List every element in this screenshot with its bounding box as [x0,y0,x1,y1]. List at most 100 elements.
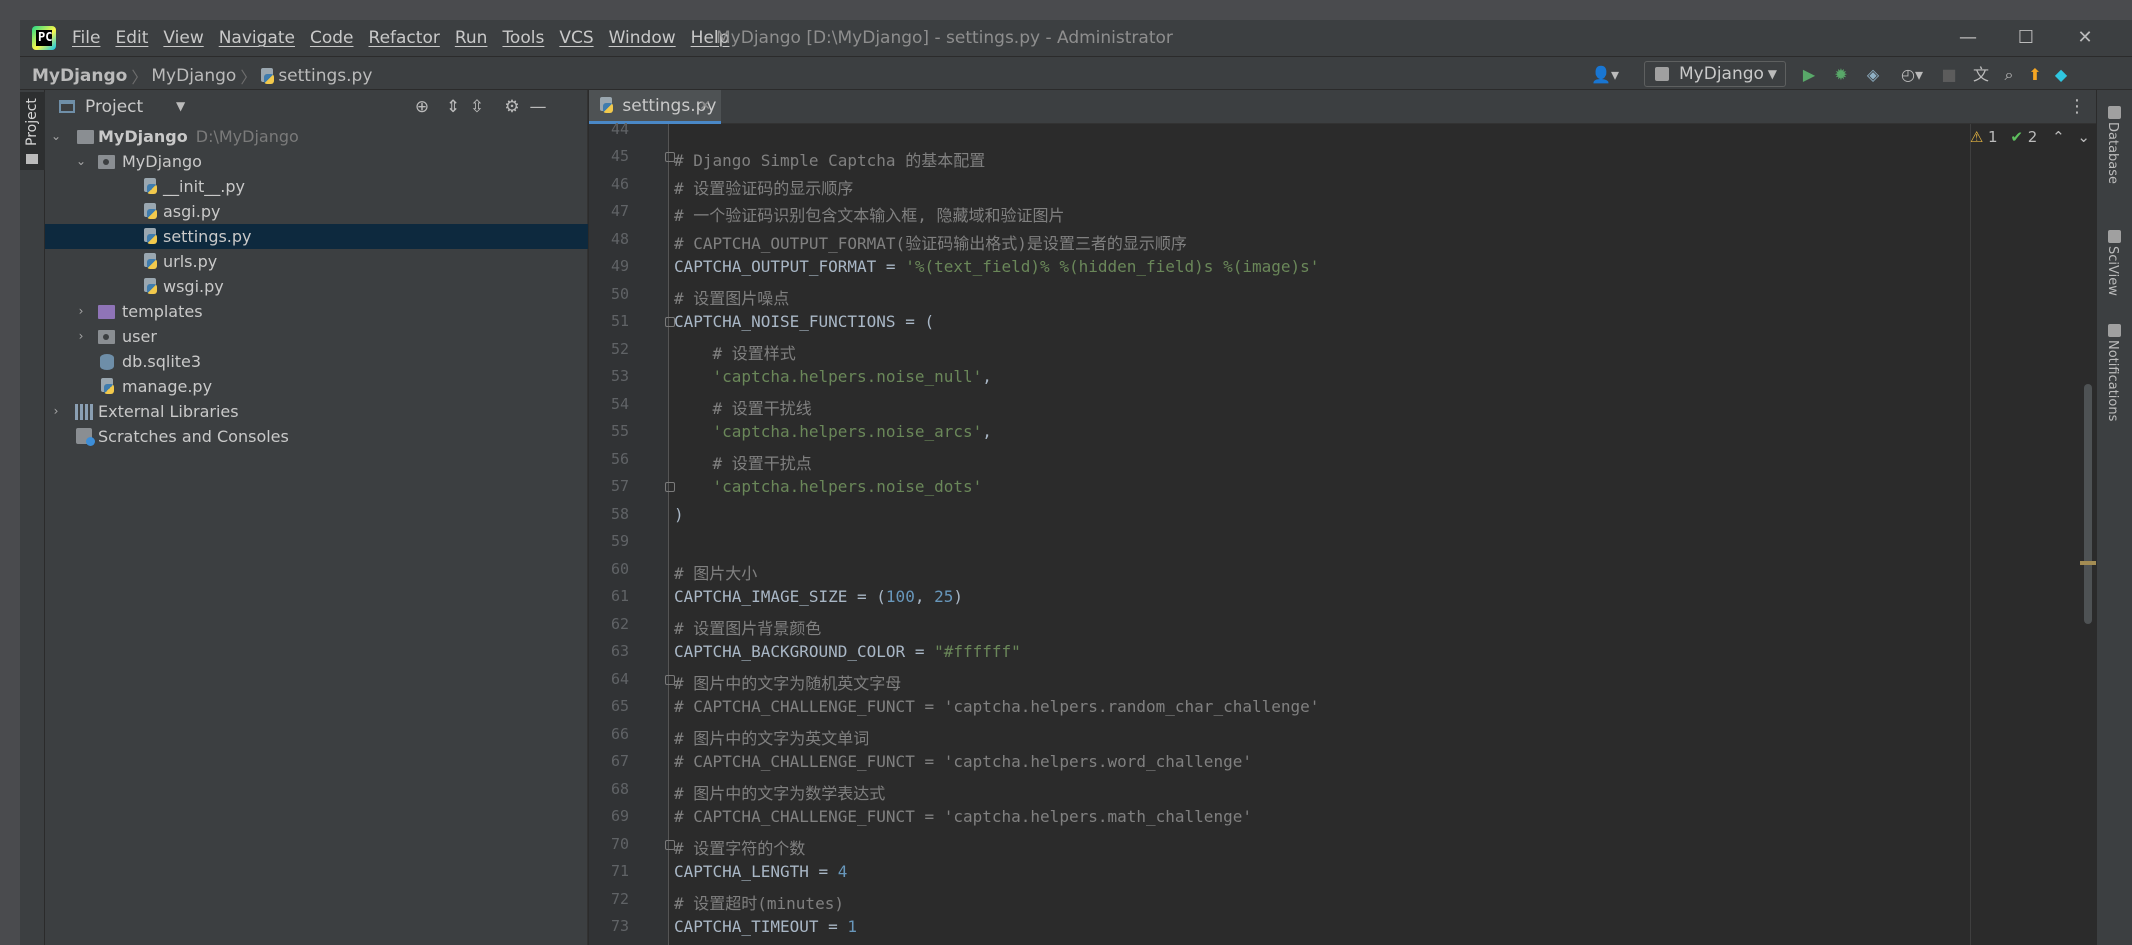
update-icon[interactable]: ⬆ [2024,64,2046,86]
chevron-right-icon[interactable]: › [74,299,88,324]
chevron-right-icon[interactable]: › [74,324,88,349]
tree-item-root[interactable]: ⌄ MyDjango D:\MyDjango [45,124,588,149]
line-number: 59 [610,532,629,550]
inspection-widget[interactable]: ⚠ 1 ✔ 2 ⌃ ⌄ [1970,128,2090,146]
maximize-button[interactable]: ☐ [2012,24,2040,52]
chevron-down-icon[interactable]: ⌄ [74,149,88,174]
database-icon [2108,106,2121,119]
tree-item-package[interactable]: ⌄ MyDjango [45,149,588,174]
locate-icon[interactable]: ⊕ [411,96,433,118]
navigation-bar: MyDjango 〉 MyDjango 〉 settings.py 👤▾ MyD… [20,56,2132,90]
collapse-all-icon[interactable]: ⇳ [466,96,488,118]
close-button[interactable]: ✕ [2071,24,2099,52]
title-bar: PC File Edit View Navigate Code Refactor… [20,20,2132,56]
profile-icon[interactable]: ◴▾ [1894,64,1930,86]
tree-item-label: MyDjango [98,127,188,146]
chevron-right-icon[interactable]: › [49,399,63,424]
run-icon[interactable]: ▶ [1798,64,1820,86]
tree-item-scratches[interactable]: Scratches and Consoles [45,424,588,449]
tree-item-file[interactable]: asgi.py [45,199,588,224]
line-number: 67 [610,752,629,770]
database-icon [100,354,114,370]
tree-item-libraries[interactable]: › External Libraries [45,399,588,424]
python-file-icon [143,278,158,295]
stop-icon[interactable]: ■ [1938,64,1960,86]
menu-code[interactable]: Code [310,28,354,48]
tree-item-file[interactable]: __init__.py [45,174,588,199]
coverage-icon[interactable]: ◈ [1862,64,1884,86]
django-icon [1655,67,1669,81]
line-number: 47 [610,202,629,220]
code-line: # 图片中的文字为数学表达式 [674,783,886,803]
hide-icon[interactable]: — [527,96,549,118]
vertical-scrollbar[interactable] [2084,384,2092,624]
menu-window[interactable]: Window [609,28,676,48]
warning-icon: ⚠ [1969,128,1984,146]
tree-item-file-selected[interactable]: settings.py [45,224,588,249]
code-line: # CAPTCHA_CHALLENGE_FUNCT = 'captcha.hel… [674,697,1320,716]
breadcrumb-separator-icon: 〉 [240,68,257,87]
python-file-icon [143,203,158,220]
code-line: # 一个验证码识别包含文本输入框, 隐藏域和验证图片 [674,206,1065,225]
more-icon[interactable]: ⋮ [2068,96,2086,117]
translate-icon[interactable]: 文 [1970,64,1992,86]
tree-item-file[interactable]: urls.py [45,249,588,274]
search-icon[interactable]: ⌕ [1998,64,2020,86]
code-area[interactable]: # Django Simple Captcha 的基本配置 # 设置验证码的显示顺… [670,124,2096,945]
code-line: # 设置图片背景颜色 [674,618,822,638]
tree-item-file[interactable]: db.sqlite3 [45,349,588,374]
project-panel-header: Project ▼ ⊕ ⇕ ⇳ ⚙ — [45,90,588,124]
project-panel-title[interactable]: Project [85,97,143,117]
tree-item-package[interactable]: › user [45,324,588,349]
code-line: ) [674,504,684,524]
menu-view[interactable]: View [163,28,203,48]
code-line: CAPTCHA_BACKGROUND_COLOR = "#ffffff" [674,642,1021,661]
jetbrains-icon[interactable]: ◆ [2050,64,2072,86]
code-line: # 设置样式 [674,343,796,363]
tree-item-folder[interactable]: › templates [45,299,588,324]
menu-edit[interactable]: Edit [115,28,148,48]
project-tool-tab[interactable]: Project [20,92,45,170]
user-icon[interactable]: 👤▾ [1588,64,1622,86]
run-configuration-select[interactable]: MyDjango ▼ [1644,61,1786,87]
tree-item-label: urls.py [163,252,218,271]
notifications-tool-tab[interactable]: Notifications [2105,340,2120,421]
minimize-button[interactable]: — [1954,24,1982,52]
chevron-down-icon[interactable]: ▼ [176,99,185,113]
menu-run[interactable]: Run [455,28,488,48]
breadcrumb-file[interactable]: settings.py [278,66,372,86]
line-number: 68 [610,779,629,798]
menu-refactor[interactable]: Refactor [369,28,440,48]
menu-vcs[interactable]: VCS [559,28,593,48]
next-highlight-icon[interactable]: ⌄ [2077,128,2090,146]
line-number: 55 [610,422,629,440]
code-line: # 设置干扰点 [674,453,812,473]
expand-all-icon[interactable]: ⇕ [442,96,464,118]
menu-tools[interactable]: Tools [502,28,544,48]
line-number: 53 [610,367,629,385]
debug-icon[interactable]: ✹ [1830,64,1852,86]
database-tool-tab[interactable]: Database [2105,122,2120,184]
previous-highlight-icon[interactable]: ⌃ [2052,128,2065,146]
tree-item-label: wsgi.py [163,277,224,296]
chevron-down-icon[interactable]: ⌄ [49,124,63,149]
tree-item-file[interactable]: wsgi.py [45,274,588,299]
tree-item-label: db.sqlite3 [122,352,202,371]
line-number: 52 [610,339,629,358]
line-number: 51 [610,312,629,330]
tree-item-label: templates [122,302,203,321]
tree-item-label: MyDjango [122,152,202,171]
line-number: 70 [610,834,629,853]
sciview-tool-tab[interactable]: SciView [2105,246,2120,296]
tree-item-file[interactable]: manage.py [45,374,588,399]
gear-icon[interactable]: ⚙ [501,96,523,118]
menu-navigate[interactable]: Navigate [219,28,295,48]
tree-item-label: Scratches and Consoles [98,427,289,446]
breadcrumb-package[interactable]: MyDjango [151,66,236,86]
close-tab-icon[interactable]: ✕ [699,90,711,122]
breadcrumb-project[interactable]: MyDjango [32,66,127,86]
project-window-icon [59,100,75,113]
menu-file[interactable]: File [72,28,100,48]
line-number: 57 [610,477,629,495]
code-line: # 设置字符的个数 [674,838,806,858]
